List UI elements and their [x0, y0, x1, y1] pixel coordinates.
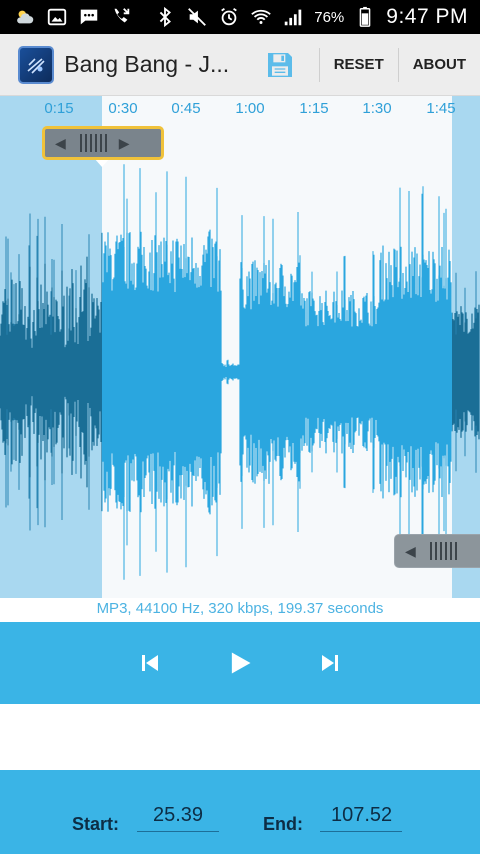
waveform-editor[interactable]: 0:15 0:30 0:45 1:00 1:15 1:30 1:45 ◀ ▶ ◀ — [0, 96, 480, 598]
skip-previous-icon — [142, 655, 158, 671]
timeline: 0:15 0:30 0:45 1:00 1:15 1:30 1:45 — [0, 96, 480, 122]
start-label: Start: — [72, 814, 120, 834]
reset-button[interactable]: RESET — [320, 34, 398, 96]
wifi-icon — [250, 6, 272, 28]
left-arrow-icon: ◀ — [405, 542, 416, 559]
playback-controls — [0, 622, 480, 704]
battery-icon — [354, 6, 376, 28]
start-handle[interactable]: ◀ ▶ — [42, 126, 164, 160]
timeline-tick: 0:15 — [44, 100, 74, 117]
timeline-tick: 1:45 — [426, 100, 456, 117]
about-button[interactable]: ABOUT — [399, 34, 480, 96]
trim-fields: Start: 25.39 End: 107.52 — [0, 770, 480, 854]
message-icon — [78, 6, 100, 28]
end-time-field[interactable]: 107.52 — [320, 804, 402, 832]
waveform — [0, 164, 480, 580]
end-handle[interactable]: ◀ — [394, 534, 480, 568]
signal-icon — [282, 6, 304, 28]
next-button[interactable] — [316, 649, 344, 677]
play-icon — [231, 652, 251, 674]
file-info: MP3, 44100 Hz, 320 kbps, 199.37 seconds — [0, 598, 480, 622]
end-label: End: — [263, 814, 303, 834]
app-logo — [18, 45, 55, 84]
timeline-tick: 1:15 — [299, 100, 329, 117]
timeline-tick: 0:30 — [108, 100, 138, 117]
grip-icon — [429, 542, 457, 560]
weather-icon — [14, 6, 36, 28]
previous-button[interactable] — [136, 649, 164, 677]
image-icon — [46, 6, 68, 28]
mute-icon — [186, 6, 208, 28]
save-button[interactable] — [263, 47, 297, 83]
grip-icon — [79, 134, 107, 152]
status-bar: 76% 9:47 PM — [0, 0, 480, 34]
blank-panel — [0, 704, 480, 770]
timeline-tick: 0:45 — [171, 100, 201, 117]
alarm-icon — [218, 6, 240, 28]
battery-percent: 76% — [314, 8, 345, 26]
timeline-tick: 1:30 — [362, 100, 392, 117]
left-arrow-icon: ◀ — [55, 134, 66, 151]
save-icon — [267, 52, 292, 77]
bluetooth-icon — [154, 6, 176, 28]
start-time-field[interactable]: 25.39 — [137, 804, 219, 832]
play-button[interactable] — [226, 649, 254, 677]
clock: 9:47 PM — [386, 5, 468, 28]
timeline-tick: 1:00 — [235, 100, 265, 117]
skip-next-icon — [322, 655, 338, 671]
page-title: Bang Bang - J... — [64, 51, 230, 77]
app-bar: Bang Bang - J... RESET ABOUT — [0, 34, 480, 96]
right-arrow-icon: ▶ — [118, 134, 130, 151]
missed-call-icon — [110, 6, 132, 28]
